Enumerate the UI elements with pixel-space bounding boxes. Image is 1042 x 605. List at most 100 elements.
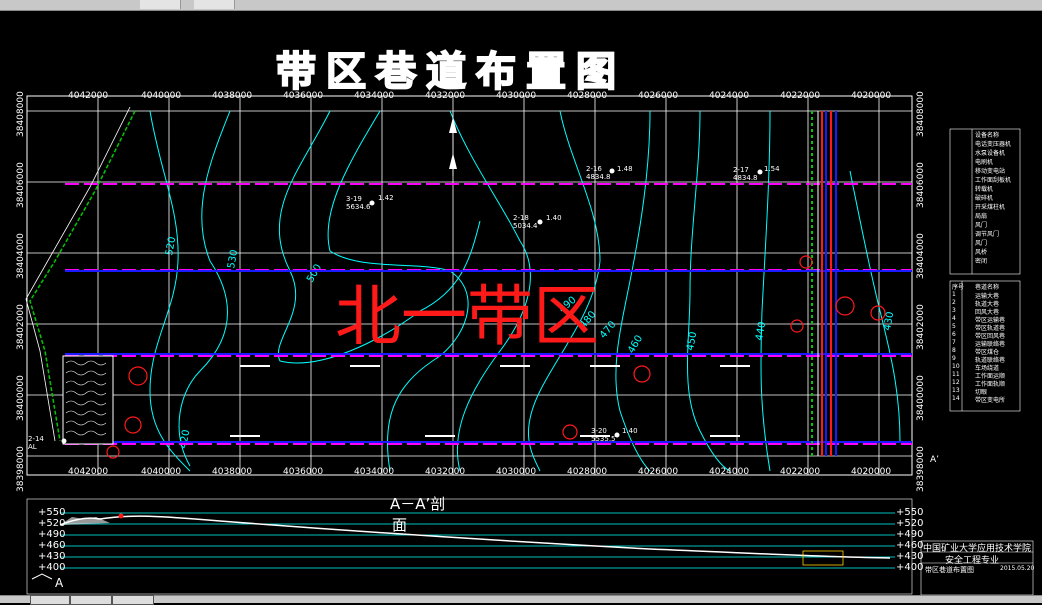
section-marker-right: A’ (930, 455, 940, 465)
legend-row: 风桥 (975, 249, 988, 256)
legend-row: 风门 (975, 240, 988, 247)
table-header-no: 序号 (952, 284, 965, 291)
layout-tab[interactable] (112, 595, 154, 605)
legend-row: 调节风门 (975, 231, 1000, 238)
legend-row: 水泵设备机 (975, 150, 1006, 157)
toolbar-button[interactable] (194, 0, 235, 9)
table-cell: 4 (952, 315, 956, 322)
x-axis-bottom-label: 4024000 (709, 467, 750, 477)
elevation-left: +400 (38, 562, 66, 573)
x-axis-bottom-label: 4026000 (638, 467, 679, 477)
cad-drawing-canvas[interactable]: 520 530 500 490 480 470 460 450 440 430 … (0, 11, 1042, 595)
x-axis-top-label: 4042000 (68, 91, 109, 101)
roadway-symbols (230, 365, 750, 437)
toolbar-button[interactable] (140, 0, 181, 9)
table-cell: 13 (952, 387, 960, 394)
x-axis-top-label: 4034000 (354, 91, 395, 101)
table-header-name: 巷道名称 (975, 284, 1000, 291)
borehole-label: 2-18 5034.4 (513, 214, 538, 230)
borehole-label: 3-20 5535.5 (591, 427, 616, 443)
legend-row: 开采煤柱机 (975, 204, 1006, 211)
elevation-left: +490 (38, 529, 66, 540)
table-cell: 12 (952, 379, 960, 386)
y-axis-right-label: 38402000 (916, 304, 926, 350)
borehole-value: 1.54 (764, 165, 780, 173)
borehole-value: 1.42 (378, 194, 394, 202)
section-shaft (802, 550, 844, 566)
borehole-label: 2-16 4834.8 (586, 165, 611, 181)
x-axis-bottom-label: 4028000 (567, 467, 608, 477)
north-arrow-icon (449, 111, 457, 176)
elevation-right: +490 (896, 529, 924, 540)
table-cell: 14 (952, 395, 960, 402)
table-cell: 7 (952, 339, 956, 346)
table-cell: 5 (952, 323, 956, 330)
y-axis-right-label: 38404000 (916, 233, 926, 279)
contour-label: 420 (178, 429, 192, 450)
elevation-left: +520 (38, 518, 66, 529)
layout-tab[interactable] (70, 595, 112, 605)
y-axis-right-label: 38400000 (916, 375, 926, 421)
legend-row: 电话变压器机 (975, 141, 1012, 148)
section-marker (118, 513, 124, 519)
title-block-drawing-name: 带区巷道布置图 (925, 566, 974, 574)
x-axis-top-label: 4030000 (496, 91, 537, 101)
legend-row: 局扇 (975, 213, 988, 220)
x-axis-top-label: 4028000 (567, 91, 608, 101)
x-axis-bottom-label: 4034000 (354, 467, 395, 477)
x-axis-bottom-label: 4030000 (496, 467, 537, 477)
y-axis-right-label: 38406000 (916, 162, 926, 208)
x-axis-bottom-label: 4038000 (212, 467, 253, 477)
x-axis-top-label: 4038000 (212, 91, 253, 101)
legend-row: 破碎机 (975, 195, 994, 202)
contour-label: 440 (754, 321, 768, 342)
elevation-right: +520 (896, 518, 924, 529)
legend-row: 密闭 (975, 258, 988, 265)
section-elevation-lines (60, 512, 895, 569)
elevation-right: +400 (896, 562, 924, 573)
layout-tab[interactable] (30, 595, 70, 605)
y-axis-left-label: 38404000 (16, 233, 26, 279)
borehole-label: 2-14 AL (28, 435, 44, 451)
y-axis-left-label: 38408000 (16, 91, 26, 137)
table-cell: 9 (952, 355, 956, 362)
elevation-left: +430 (38, 551, 66, 562)
legend-row: 工作面刮板机 (975, 177, 1012, 184)
x-axis-bottom-label: 4032000 (425, 467, 466, 477)
legend-row: 风门 (975, 222, 988, 229)
contour-label: 450 (685, 331, 699, 352)
table-cell: 带区变电所 (975, 397, 1006, 404)
x-axis-bottom-label: 4022000 (780, 467, 821, 477)
legend-row: 转载机 (975, 186, 994, 193)
x-axis-top-label: 4036000 (283, 91, 324, 101)
contour-label: 520 (164, 236, 178, 257)
y-axis-left-label: 38398000 (16, 446, 26, 492)
x-axis-bottom-label: 4036000 (283, 467, 324, 477)
borehole-value: 1.40 (622, 427, 638, 435)
section-marker-left: A (55, 576, 64, 590)
y-axis-left-label: 38402000 (16, 304, 26, 350)
section-title-2: 面 (392, 516, 408, 534)
x-axis-bottom-label: 4020000 (851, 467, 892, 477)
x-axis-bottom-label: 4042000 (68, 467, 109, 477)
drawing-title: 带区巷道布置图 (275, 48, 626, 96)
table-cell: 8 (952, 347, 956, 354)
x-axis-top-label: 4026000 (638, 91, 679, 101)
y-axis-left-label: 38406000 (16, 162, 26, 208)
legend-row: 移动变电站 (975, 168, 1006, 175)
elevation-right: +430 (896, 551, 924, 562)
legend-row: 电刷机 (975, 159, 994, 166)
table-cell: 11 (952, 371, 960, 378)
elevation-left: +550 (38, 507, 66, 518)
x-axis-top-label: 4040000 (141, 91, 182, 101)
contour-label: 460 (626, 333, 645, 355)
y-axis-right-label: 38408000 (916, 91, 926, 137)
section-profile (59, 515, 891, 559)
contour-label: 470 (598, 319, 619, 341)
elevation-right: +550 (896, 507, 924, 518)
contour-label: 530 (226, 249, 240, 270)
table-cell: 1 (952, 291, 956, 298)
contour-label: 500 (305, 262, 324, 284)
y-axis-left-label: 38400000 (16, 375, 26, 421)
borehole-value: 1.40 (546, 214, 562, 222)
